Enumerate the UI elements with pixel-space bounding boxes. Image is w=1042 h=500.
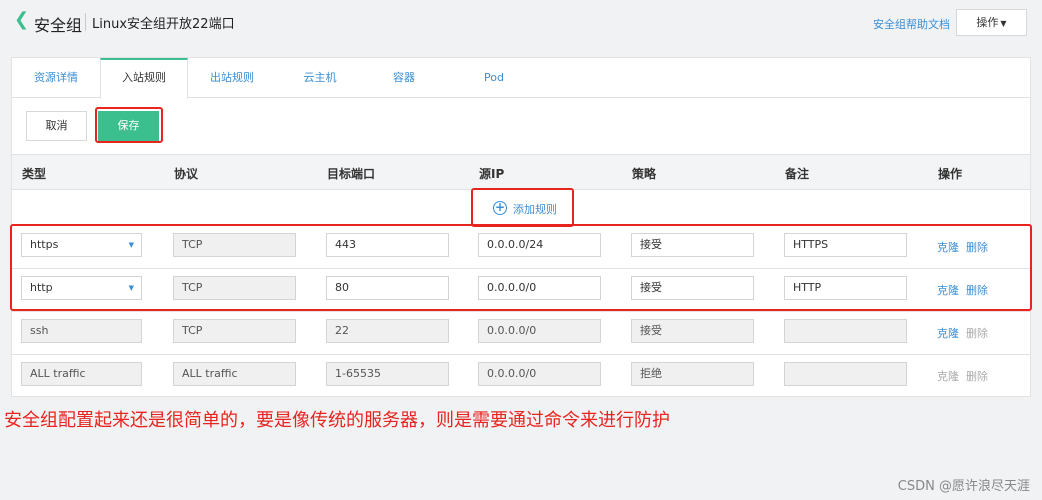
table-row: ssh TCP 22 0.0.0.0/0 接受 克隆 删除 [12,312,1030,355]
help-doc-link[interactable]: 安全组帮助文档 [873,16,950,32]
add-rule-highlight-box [471,188,574,227]
clone-link-disabled: 克隆 [937,370,959,383]
protocol-field: ALL traffic [173,362,296,386]
policy-field: 拒绝 [631,362,754,386]
column-header: 源IP [479,167,505,181]
tab-pod[interactable]: Pod [454,58,534,98]
type-field: ssh [21,319,142,343]
tab-outbound-rules[interactable]: 出站规则 [188,58,276,98]
type-field: ALL traffic [21,362,142,386]
main-panel: 资源详情 入站规则 出站规则 云主机 容器 Pod 取消 保存 类型 协议 目标… [10,57,1032,398]
tab-inbound-rules[interactable]: 入站规则 [100,58,188,99]
cancel-button[interactable]: 取消 [26,111,87,141]
note-field [784,319,907,343]
back-label[interactable]: 安全组 [34,12,82,36]
page-title: Linux安全组开放22端口 [92,17,235,32]
annotation-caption: 安全组配置起来还是很简单的，要是像传统的服务器，则是需要通过命令来进行防护 [4,410,670,431]
policy-field: 接受 [631,319,754,343]
column-header: 策略 [632,167,657,181]
delete-link-disabled: 删除 [966,327,988,340]
caret-down-icon: ▼ [1000,19,1007,28]
column-header: 备注 [785,167,810,181]
top-bar: ❮ 安全组 Linux安全组开放22端口 安全组帮助文档 操作 ▼ [0,0,1042,44]
port-field: 1-65535 [326,362,449,386]
tab-resource-details[interactable]: 资源详情 [12,58,100,98]
back-chevron-icon[interactable]: ❮ [14,11,29,31]
new-rules-highlight-box [10,224,1032,311]
tab-cloud-hosts[interactable]: 云主机 [276,58,364,98]
note-field [784,362,907,386]
source-ip-field: 0.0.0.0/0 [478,319,601,343]
clone-link[interactable]: 克隆 [937,325,959,341]
tab-containers[interactable]: 容器 [364,58,444,98]
column-header: 目标端口 [327,167,376,181]
source-ip-field: 0.0.0.0/0 [478,362,601,386]
table-header: 类型 协议 目标端口 源IP 策略 备注 操作 [12,154,1030,190]
title-divider [85,13,86,31]
port-field: 22 [326,319,449,343]
actions-dropdown-button[interactable]: 操作 ▼ [956,9,1027,36]
tab-bar: 资源详情 入站规则 出站规则 云主机 容器 Pod [12,58,1030,99]
column-header: 协议 [174,167,199,181]
protocol-field: TCP [173,319,296,343]
delete-link-disabled: 删除 [966,370,988,383]
column-header: 类型 [22,167,47,181]
save-highlight-box [95,107,163,143]
watermark: CSDN @愿许浪尽天涯 [897,479,1030,494]
column-header: 操作 [938,167,963,181]
actions-label: 操作 [976,16,999,29]
table-row: ALL traffic ALL traffic 1-65535 0.0.0.0/… [12,355,1030,398]
